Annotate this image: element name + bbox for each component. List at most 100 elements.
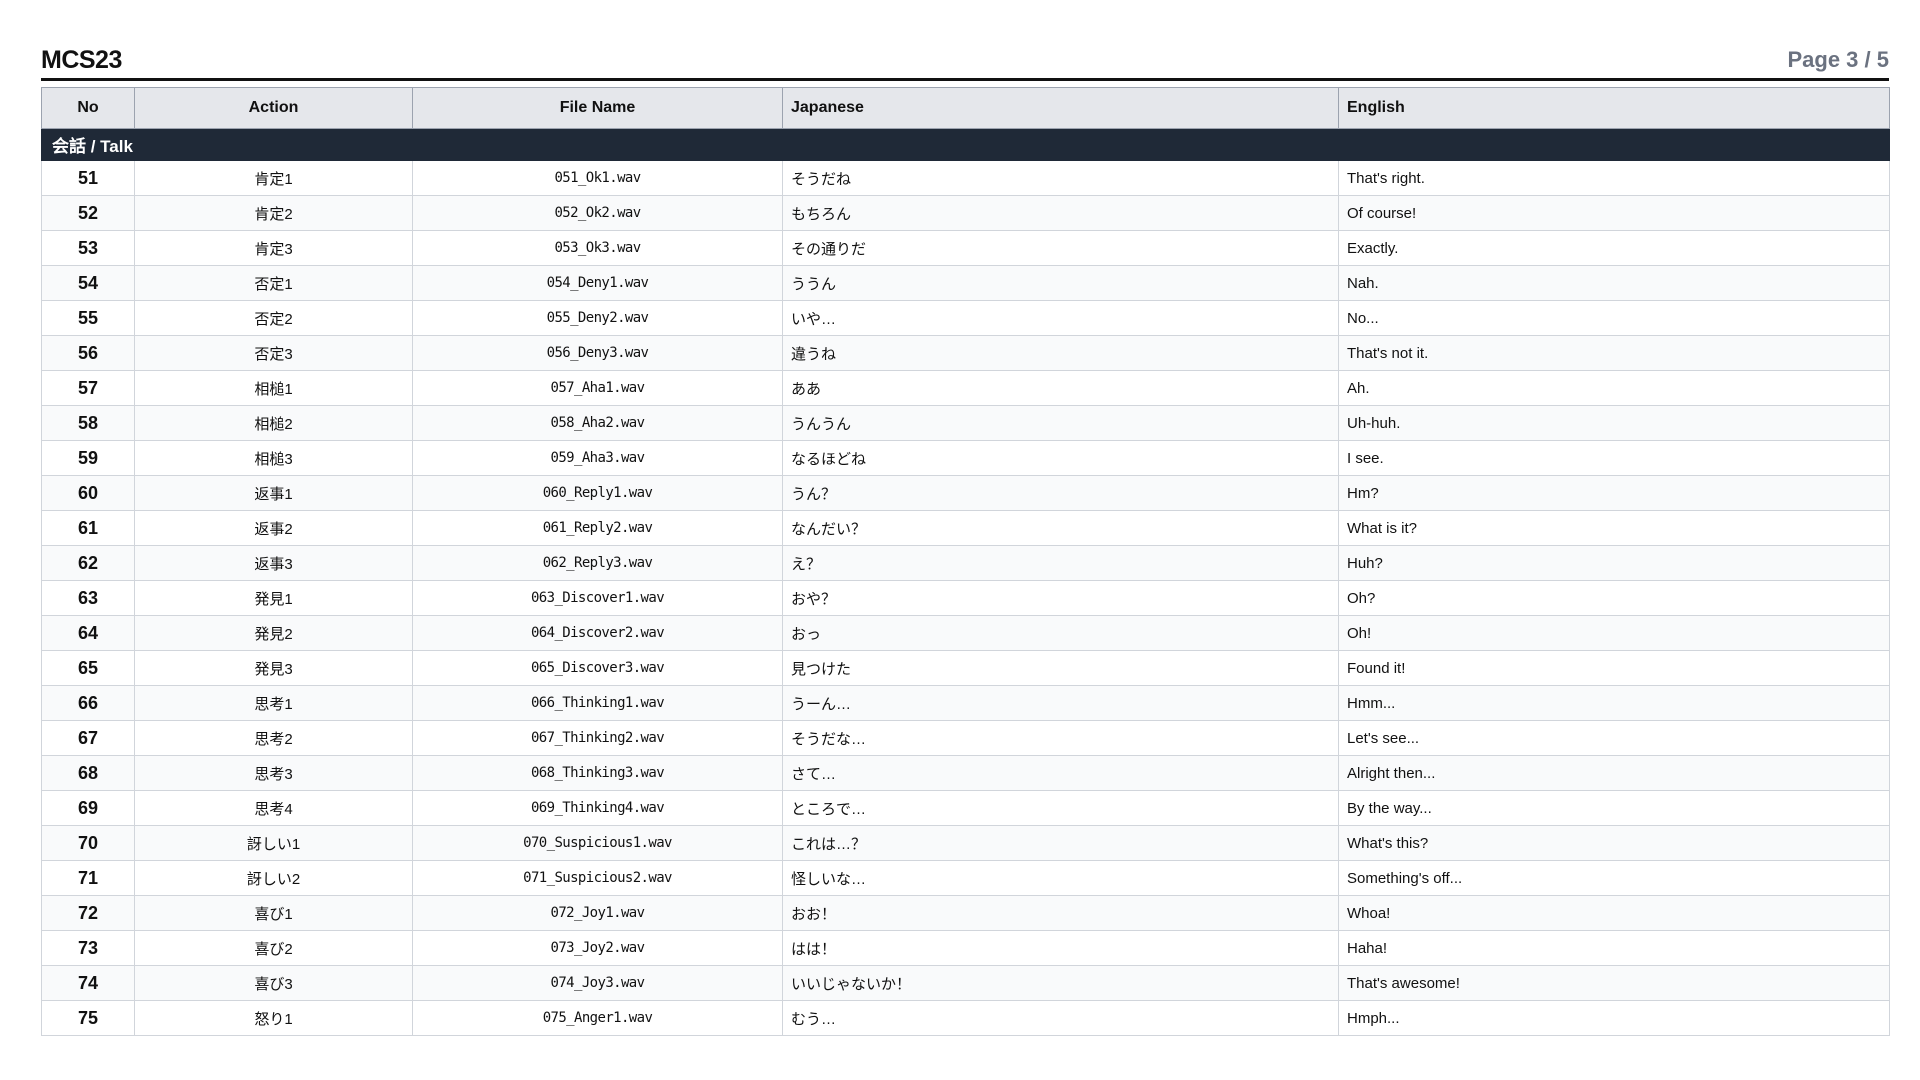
cell-no: 55 <box>41 300 135 336</box>
cell-no: 72 <box>41 895 135 931</box>
cell-no: 69 <box>41 790 135 826</box>
column-header-japanese: Japanese <box>782 87 1339 129</box>
cell-no: 70 <box>41 825 135 861</box>
cell-action: 返事3 <box>134 545 413 581</box>
cell-japanese: いいじゃないか！ <box>782 965 1339 1001</box>
cell-japanese: 怪しいな… <box>782 860 1339 896</box>
cell-file-name: 051_Ok1.wav <box>412 160 783 196</box>
table-row: 68 思考3 068_Thinking3.wav さて… Alright then... <box>41 755 1890 791</box>
cell-action: 相槌2 <box>134 405 413 441</box>
cell-english: That's right. <box>1338 160 1890 196</box>
cell-japanese: うん？ <box>782 475 1339 511</box>
cell-action: 返事2 <box>134 510 413 546</box>
table-row: 59 相槌3 059_Aha3.wav なるほどね I see. <box>41 440 1890 476</box>
cell-english: By the way... <box>1338 790 1890 826</box>
table-row: 64 発見2 064_Discover2.wav おっ Oh! <box>41 615 1890 651</box>
cell-english: No... <box>1338 300 1890 336</box>
cell-english: What's this? <box>1338 825 1890 861</box>
cell-no: 59 <box>41 440 135 476</box>
cell-english: Hmph... <box>1338 1000 1890 1036</box>
cell-japanese: そうだね <box>782 160 1339 196</box>
cell-action: 否定2 <box>134 300 413 336</box>
section-title: 会話 / Talk <box>41 128 1890 161</box>
cell-action: 思考1 <box>134 685 413 721</box>
cell-no: 60 <box>41 475 135 511</box>
table-row: 56 否定3 056_Deny3.wav 違うね That's not it. <box>41 335 1890 371</box>
page-indicator: Page 3 / 5 <box>1787 47 1889 72</box>
cell-file-name: 053_Ok3.wav <box>412 230 783 266</box>
cell-japanese: いや… <box>782 300 1339 336</box>
cell-action: 思考2 <box>134 720 413 756</box>
cell-no: 67 <box>41 720 135 756</box>
cell-file-name: 065_Discover3.wav <box>412 650 783 686</box>
table-row: 70 訝しい1 070_Suspicious1.wav これは…？ What's thi… <box>41 825 1890 861</box>
cell-no: 51 <box>41 160 135 196</box>
cell-file-name: 059_Aha3.wav <box>412 440 783 476</box>
cell-english: Hmm... <box>1338 685 1890 721</box>
cell-english: Whoa! <box>1338 895 1890 931</box>
cell-no: 62 <box>41 545 135 581</box>
voice-list-table: No Action File Name Japanese English 会話 … <box>41 87 1890 1036</box>
cell-english: Exactly. <box>1338 230 1890 266</box>
cell-english: Haha! <box>1338 930 1890 966</box>
table-row: 55 否定2 055_Deny2.wav いや… No... <box>41 300 1890 336</box>
cell-action: 肯定1 <box>134 160 413 196</box>
cell-no: 52 <box>41 195 135 231</box>
cell-action: 喜び1 <box>134 895 413 931</box>
cell-english: Of course! <box>1338 195 1890 231</box>
cell-english: Let's see... <box>1338 720 1890 756</box>
cell-action: 思考4 <box>134 790 413 826</box>
table-row: 69 思考4 069_Thinking4.wav ところで… By the way... <box>41 790 1890 826</box>
cell-no: 61 <box>41 510 135 546</box>
cell-file-name: 058_Aha2.wav <box>412 405 783 441</box>
cell-file-name: 063_Discover1.wav <box>412 580 783 616</box>
cell-action: 怒り1 <box>134 1000 413 1036</box>
cell-file-name: 060_Reply1.wav <box>412 475 783 511</box>
cell-file-name: 064_Discover2.wav <box>412 615 783 651</box>
cell-english: What is it? <box>1338 510 1890 546</box>
table-row: 60 返事1 060_Reply1.wav うん？ Hm? <box>41 475 1890 511</box>
cell-japanese: そうだな… <box>782 720 1339 756</box>
cell-japanese: さて… <box>782 755 1339 791</box>
cell-action: 喜び2 <box>134 930 413 966</box>
cell-no: 63 <box>41 580 135 616</box>
cell-file-name: 057_Aha1.wav <box>412 370 783 406</box>
cell-japanese: ああ <box>782 370 1339 406</box>
column-header-file-name: File Name <box>412 87 783 129</box>
cell-no: 57 <box>41 370 135 406</box>
document-page: MCS23 Page 3 / 5 No Action File Name Jap… <box>41 40 1890 1036</box>
table-body: 会話 / Talk 51 肯定1 051_Ok1.wav そうだね That's rig… <box>41 128 1890 1036</box>
cell-english: That's not it. <box>1338 335 1890 371</box>
cell-japanese: おや？ <box>782 580 1339 616</box>
table-row: 51 肯定1 051_Ok1.wav そうだね That's right. <box>41 160 1890 196</box>
cell-file-name: 069_Thinking4.wav <box>412 790 783 826</box>
cell-no: 75 <box>41 1000 135 1036</box>
cell-japanese: はは！ <box>782 930 1339 966</box>
cell-action: 否定1 <box>134 265 413 301</box>
cell-action: 発見2 <box>134 615 413 651</box>
cell-english: Huh? <box>1338 545 1890 581</box>
cell-file-name: 073_Joy2.wav <box>412 930 783 966</box>
column-header-no: No <box>41 87 135 129</box>
cell-no: 54 <box>41 265 135 301</box>
cell-japanese: うんうん <box>782 405 1339 441</box>
cell-no: 64 <box>41 615 135 651</box>
cell-action: 訝しい1 <box>134 825 413 861</box>
cell-file-name: 075_Anger1.wav <box>412 1000 783 1036</box>
cell-japanese: 違うね <box>782 335 1339 371</box>
cell-japanese: うーん… <box>782 685 1339 721</box>
cell-action: 思考3 <box>134 755 413 791</box>
cell-japanese: もちろん <box>782 195 1339 231</box>
cell-japanese: おお！ <box>782 895 1339 931</box>
cell-japanese: むう… <box>782 1000 1339 1036</box>
table-header-row: No Action File Name Japanese English <box>41 87 1890 129</box>
table-row: 73 喜び2 073_Joy2.wav はは！ Haha! <box>41 930 1890 966</box>
cell-english: Oh? <box>1338 580 1890 616</box>
cell-english: That's awesome! <box>1338 965 1890 1001</box>
cell-file-name: 074_Joy3.wav <box>412 965 783 1001</box>
table-row: 75 怒り1 075_Anger1.wav むう… Hmph... <box>41 1000 1890 1036</box>
table-row: 72 喜び1 072_Joy1.wav おお！ Whoa! <box>41 895 1890 931</box>
cell-file-name: 068_Thinking3.wav <box>412 755 783 791</box>
cell-no: 71 <box>41 860 135 896</box>
cell-file-name: 072_Joy1.wav <box>412 895 783 931</box>
